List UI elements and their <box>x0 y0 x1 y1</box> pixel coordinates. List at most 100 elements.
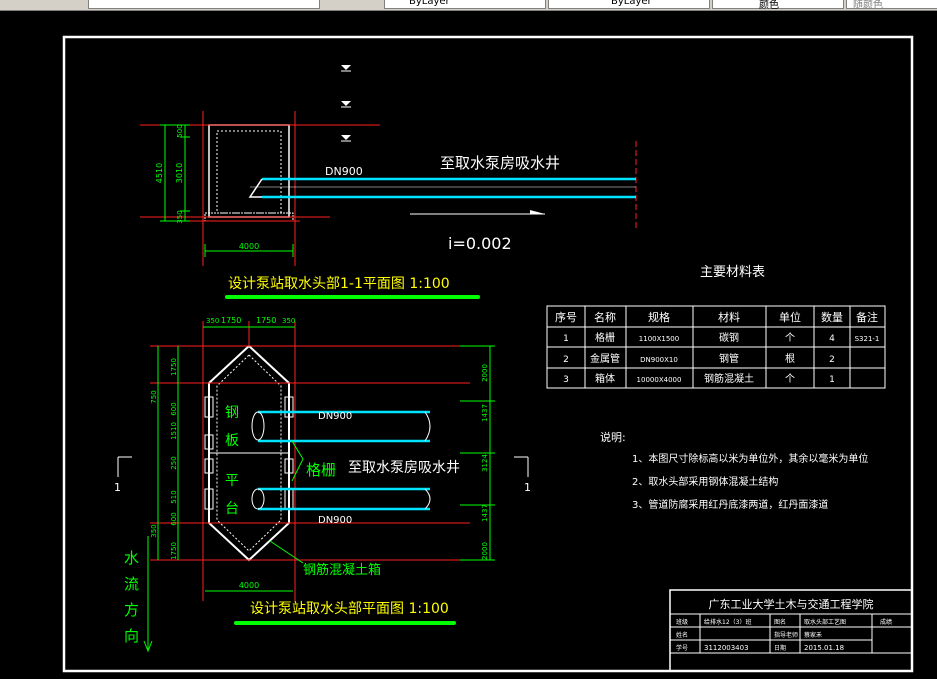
section-title: 设计泵站取水头部1-1平面图 1:100 <box>228 276 450 292</box>
table-cell-r3c3: 10000X4000 <box>637 376 682 384</box>
table-cell-r3c4: 钢筋混凝土 <box>704 372 754 385</box>
table-cell-r2c1: 2 <box>563 355 569 365</box>
dim-plan-right-2: 1437 <box>481 404 489 422</box>
steel-plate-char-3: 平 <box>225 473 239 489</box>
tb-value-id: 3112003403 <box>704 644 749 652</box>
layer-dropdown-label: ByLayer <box>409 0 450 7</box>
dim-plan-top-2: 1750 <box>221 316 241 325</box>
tb-label-advisor: 指导老师 <box>774 631 798 639</box>
dim-plan-left-7: 600 <box>170 512 178 525</box>
table-cell-r2c3: DN900X10 <box>640 356 678 364</box>
table-cell-r3c1: 3 <box>563 375 569 385</box>
drawing-svg: 4510 3010 500 350 4000 DN900 至取水泵房吸水井 i=… <box>62 35 914 673</box>
notes-block: 说明: 1、本图尺寸除标高以米为单位外，其余以毫米为单位 2、取水头部采用钢体混… <box>600 430 868 511</box>
tb-value-date: 2015.01.18 <box>804 644 844 652</box>
box-label: 钢筋混凝土箱 <box>303 562 381 578</box>
water-level-mark-3 <box>341 135 351 140</box>
table-cell-r1c1: 1 <box>563 334 569 344</box>
table-header-7: 备注 <box>856 310 878 324</box>
dim-top-part: 500 <box>176 124 184 137</box>
table-header-5: 单位 <box>779 310 801 324</box>
table-header-6: 数量 <box>821 311 843 324</box>
table-header-3: 规格 <box>648 310 670 324</box>
pipe-label-upper: DN900 <box>318 411 352 422</box>
dim-plan-left-6: 510 <box>170 490 178 503</box>
flow-char-1: 水 <box>124 549 139 567</box>
dim-plan-right-3: 3124 <box>481 454 489 472</box>
plan-view: 350 1750 1750 350 1750 750 600 1510 250 … <box>114 316 531 653</box>
table-cell-r3c6: 1 <box>829 375 835 385</box>
table-cell-r1c7: S321-1 <box>855 335 880 343</box>
dim-plan-right-1: 2000 <box>481 364 489 382</box>
water-level-mark-1 <box>341 65 351 70</box>
flow-char-3: 方 <box>124 601 139 619</box>
pipe-label-top: DN900 <box>325 165 363 178</box>
style-dropdown[interactable]: 随颜色 <box>846 0 937 10</box>
material-table-title: 主要材料表 <box>700 265 765 280</box>
water-level-mark-2 <box>341 101 351 106</box>
tb-value-advisor: 蔡家禾 <box>804 631 822 639</box>
dim-plan-left-4: 1510 <box>170 422 178 440</box>
pipe-dest-plan: 至取水泵房吸水井 <box>348 460 460 476</box>
dim-plan-left-8: 350 <box>150 524 158 537</box>
tb-label-id: 学号 <box>676 644 688 652</box>
plan-title: 设计泵站取水头部平面图 1:100 <box>250 601 449 617</box>
dim-plan-top-4: 350 <box>282 317 295 325</box>
flow-char-2: 流 <box>124 575 139 593</box>
section-marker-right: 1 <box>524 481 531 494</box>
dim-plan-top-3: 1750 <box>256 316 276 325</box>
drawing-canvas[interactable]: 4510 3010 500 350 4000 DN900 至取水泵房吸水井 i=… <box>0 11 937 675</box>
dim-plan-left-2: 750 <box>150 390 158 403</box>
section-marker-left: 1 <box>114 481 121 494</box>
tb-label-drawing: 图名 <box>774 618 786 626</box>
table-cell-r2c5: 根 <box>785 352 795 365</box>
layer-name-dropdown[interactable] <box>88 0 320 9</box>
table-header-1: 序号 <box>555 310 577 324</box>
flow-char-4: 向 <box>124 627 139 645</box>
tb-label-name: 姓名 <box>676 631 688 639</box>
color-dropdown[interactable]: 颜色 <box>712 0 844 11</box>
table-cell-r2c2: 金属管 <box>590 352 620 365</box>
pipe-dest-top: 至取水泵房吸水井 <box>440 154 560 172</box>
dim-plan-left-5: 250 <box>170 456 178 469</box>
dim-total-height: 4510 <box>155 163 164 183</box>
dim-plan-top-1: 350 <box>206 317 219 325</box>
layer-dropdown[interactable]: ByLayer <box>384 0 546 9</box>
dim-plan-right-5: 2000 <box>481 542 489 560</box>
dim-plan-left-9: 1750 <box>170 542 178 560</box>
steel-plate-char-1: 钢 <box>225 405 239 421</box>
tb-value-drawing: 取水头部工艺图 <box>804 618 846 626</box>
table-cell-r1c2: 格栅 <box>595 331 615 344</box>
table-cell-r1c5: 个 <box>785 332 795 344</box>
table-cell-r2c4: 钢管 <box>719 352 739 365</box>
table-header-4: 材料 <box>718 310 740 324</box>
dim-bottom-part: 350 <box>176 210 184 223</box>
grating-label: 格栅 <box>306 461 336 479</box>
linetype-dropdown[interactable]: ByLayer <box>548 0 710 9</box>
dim-plan-right-4: 1437 <box>481 504 489 522</box>
color-dropdown-label: 颜色 <box>759 0 779 11</box>
note-2: 2、取水头部采用钢体混凝土结构 <box>632 475 778 488</box>
note-1: 1、本图尺寸除标高以米为单位外，其余以毫米为单位 <box>632 452 868 465</box>
section-box-outer <box>208 124 290 218</box>
dim-plan-bottom-width: 4000 <box>239 581 259 590</box>
notes-title: 说明: <box>600 430 626 444</box>
institution-name: 广东工业大学土木与交通工程学院 <box>709 597 874 611</box>
section-view: 4510 3010 500 350 4000 DN900 至取水泵房吸水井 i=… <box>140 65 637 299</box>
tb-label-class: 班级 <box>676 618 688 626</box>
steel-plate-char-4: 台 <box>225 501 239 517</box>
tb-value-class: 给排水12（3）班 <box>704 618 751 626</box>
tb-label-grade: 成绩 <box>880 618 892 626</box>
table-cell-r1c4: 碳钢 <box>719 331 739 344</box>
table-cell-r3c2: 箱体 <box>595 372 615 385</box>
dim-plan-left-3: 600 <box>170 402 178 415</box>
table-cell-r1c6: 4 <box>829 334 835 344</box>
material-table: 主要材料表 序号 名称 规格 材料 单位 数量 备注 1 格栅 1100X150… <box>546 265 886 389</box>
dim-plan-left-1: 1750 <box>170 358 178 376</box>
table-cell-r2c6: 2 <box>829 355 835 365</box>
slope-label: i=0.002 <box>448 234 512 253</box>
pipe-label-lower: DN900 <box>318 515 352 526</box>
title-block: 广东工业大学土木与交通工程学院 班级 给排水12（3）班 图名 取水头部工艺图 … <box>669 589 913 672</box>
tb-label-date: 日期 <box>774 644 786 652</box>
dim-section-width: 4000 <box>239 242 259 251</box>
